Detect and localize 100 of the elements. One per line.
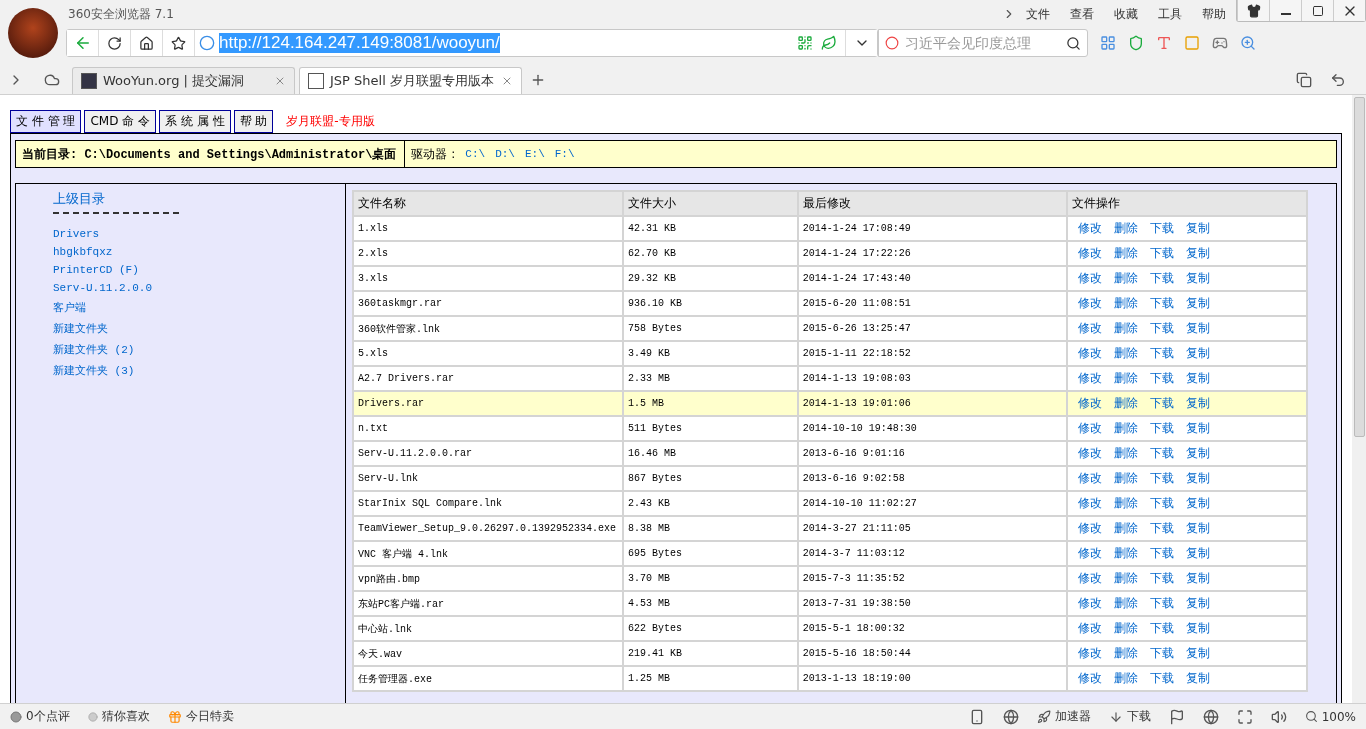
- action-link[interactable]: 删除: [1113, 646, 1138, 660]
- action-link[interactable]: 删除: [1113, 246, 1138, 260]
- file-row[interactable]: TeamViewer_Setup_9.0.26297.0.1392952334.exe 8.38 MB 2014-3-27 21:11:05 修改 删除 下载 复制: [354, 517, 1306, 540]
- file-row[interactable]: 今天.wav 219.41 KB 2015-5-16 18:50:44 修改 删除 下载 复制: [354, 642, 1306, 665]
- action-link[interactable]: 修改: [1077, 596, 1102, 610]
- file-row[interactable]: 360软件管家.lnk 758 Bytes 2015-6-26 13:25:47 修改 删除 下载 复制: [354, 317, 1306, 340]
- nav-link[interactable]: 文 件 管 理: [10, 109, 82, 133]
- action-link[interactable]: 复制: [1185, 221, 1210, 235]
- nav-link[interactable]: CMD 命 令: [84, 109, 157, 133]
- action-link[interactable]: 复制: [1185, 621, 1210, 635]
- folder-link[interactable]: Serv-U.11.2.0.0: [53, 282, 153, 294]
- action-link[interactable]: 删除: [1113, 271, 1138, 285]
- action-link[interactable]: 下载: [1149, 571, 1174, 585]
- action-link[interactable]: 下载: [1149, 271, 1174, 285]
- folder-link[interactable]: Drivers: [53, 228, 100, 240]
- file-row[interactable]: A2.7 Drivers.rar 2.33 MB 2014-1-13 19:08:03 修改 删除 下载 复制: [354, 367, 1306, 390]
- close-button[interactable]: [1333, 0, 1365, 21]
- file-row[interactable]: VNC 客户端 4.lnk 695 Bytes 2014-3-7 11:03:12 修改 删除 下载 复制: [354, 542, 1306, 565]
- action-link[interactable]: 下载: [1149, 621, 1174, 635]
- menu-item[interactable]: 工具: [1158, 5, 1182, 23]
- action-link[interactable]: 下载: [1149, 346, 1174, 360]
- folder-link[interactable]: 新建文件夹 (2): [53, 342, 135, 357]
- action-link[interactable]: 复制: [1185, 421, 1210, 435]
- file-row[interactable]: n.txt 511 Bytes 2014-10-10 19:48:30 修改 删除 下载 复制: [354, 417, 1306, 440]
- file-row[interactable]: 360taskmgr.rar 936.10 KB 2015-6-20 11:08:51 修改 删除 下载 复制: [354, 292, 1306, 315]
- action-link[interactable]: 修改: [1077, 446, 1102, 460]
- folder-link[interactable]: 客户端: [53, 300, 86, 315]
- action-link[interactable]: 复制: [1185, 571, 1210, 585]
- action-link[interactable]: 删除: [1113, 396, 1138, 410]
- action-link[interactable]: 删除: [1113, 371, 1138, 385]
- action-link[interactable]: 下载: [1149, 296, 1174, 310]
- folder-link[interactable]: 新建文件夹 (3): [53, 363, 135, 378]
- action-link[interactable]: 下载: [1149, 496, 1174, 510]
- action-link[interactable]: 修改: [1077, 671, 1102, 685]
- action-link[interactable]: 复制: [1185, 496, 1210, 510]
- file-row[interactable]: 3.xls 29.32 KB 2014-1-24 17:43:40 修改 删除 下载 复制: [354, 267, 1306, 290]
- nav-link[interactable]: 帮 助: [233, 109, 274, 133]
- search-field[interactable]: 习近平会见印度总理: [878, 29, 1088, 57]
- file-row[interactable]: Serv-U.11.2.0.0.rar 16.46 MB 2013-6-16 9:01:16 修改 删除 下载 复制: [354, 442, 1306, 465]
- action-link[interactable]: 删除: [1113, 521, 1138, 535]
- status-item[interactable]: 0个点评: [10, 708, 70, 725]
- action-link[interactable]: 下载: [1149, 446, 1174, 460]
- action-link[interactable]: 复制: [1185, 296, 1210, 310]
- file-row[interactable]: 中心站.lnk 622 Bytes 2015-5-1 18:00:32 修改 删除 下载 复制: [354, 617, 1306, 640]
- file-row[interactable]: 5.xls 3.49 KB 2015-1-11 22:18:52 修改 删除 下载 复制: [354, 342, 1306, 365]
- action-link[interactable]: 修改: [1077, 371, 1102, 385]
- file-row[interactable]: 东站PC客户端.rar 4.53 MB 2013-7-31 19:38:50 修改 删除 下载 复制: [354, 592, 1306, 615]
- file-row[interactable]: StarInix SQL Compare.lnk 2.43 KB 2014-10-10 11:02:27 修改 删除 下载 复制: [354, 492, 1306, 515]
- action-link[interactable]: 修改: [1077, 346, 1102, 360]
- drive-link[interactable]: F:\: [554, 148, 575, 160]
- action-link[interactable]: 下载: [1149, 421, 1174, 435]
- action-link[interactable]: 删除: [1113, 446, 1138, 460]
- status-item[interactable]: 今日特卖: [167, 708, 234, 725]
- action-link[interactable]: 删除: [1113, 571, 1138, 585]
- scrollbar[interactable]: [1352, 95, 1366, 703]
- action-link[interactable]: 删除: [1113, 546, 1138, 560]
- action-link[interactable]: 下载: [1149, 371, 1174, 385]
- action-link[interactable]: 复制: [1185, 246, 1210, 260]
- action-link[interactable]: 删除: [1113, 496, 1138, 510]
- menu-item[interactable]: 文件: [1026, 5, 1050, 23]
- dropdown-button[interactable]: [845, 30, 877, 56]
- status-item[interactable]: 猜你喜欢: [87, 708, 150, 725]
- action-link[interactable]: 下载: [1149, 521, 1174, 535]
- action-link[interactable]: 修改: [1077, 396, 1102, 410]
- action-link[interactable]: 下载: [1149, 671, 1174, 685]
- action-link[interactable]: 修改: [1077, 221, 1102, 235]
- file-row[interactable]: 2.xls 62.70 KB 2014-1-24 17:22:26 修改 删除 下载 复制: [354, 242, 1306, 265]
- action-link[interactable]: 修改: [1077, 271, 1102, 285]
- action-link[interactable]: 删除: [1113, 296, 1138, 310]
- action-link[interactable]: 复制: [1185, 346, 1210, 360]
- file-row[interactable]: vpn路由.bmp 3.70 MB 2015-7-3 11:35:52 修改 删除 下载 复制: [354, 567, 1306, 590]
- action-link[interactable]: 删除: [1113, 321, 1138, 335]
- action-link[interactable]: 修改: [1077, 321, 1102, 335]
- drive-link[interactable]: E:\: [524, 148, 545, 160]
- folder-link[interactable]: 新建文件夹: [53, 321, 108, 336]
- action-link[interactable]: 修改: [1077, 471, 1102, 485]
- folder-link[interactable]: hbgkbfqxz: [53, 246, 113, 258]
- action-link[interactable]: 删除: [1113, 221, 1138, 235]
- action-link[interactable]: 修改: [1077, 496, 1102, 510]
- action-link[interactable]: 修改: [1077, 571, 1102, 585]
- action-link[interactable]: 删除: [1113, 471, 1138, 485]
- action-link[interactable]: 下载: [1149, 321, 1174, 335]
- action-link[interactable]: 复制: [1185, 646, 1210, 660]
- skin-button[interactable]: [1237, 0, 1269, 21]
- action-link[interactable]: 复制: [1185, 596, 1210, 610]
- parent-folder-link[interactable]: 上级目录: [53, 190, 105, 208]
- action-link[interactable]: 复制: [1185, 321, 1210, 335]
- action-link[interactable]: 删除: [1113, 421, 1138, 435]
- action-link[interactable]: 删除: [1113, 621, 1138, 635]
- browser-tab[interactable]: WooYun.org | 提交漏洞: [72, 67, 295, 94]
- action-link[interactable]: 修改: [1077, 621, 1102, 635]
- drive-link[interactable]: D:\: [495, 148, 515, 160]
- action-link[interactable]: 修改: [1077, 546, 1102, 560]
- accelerator-button[interactable]: 加速器: [1036, 708, 1091, 725]
- action-link[interactable]: 下载: [1149, 471, 1174, 485]
- action-link[interactable]: 修改: [1077, 246, 1102, 260]
- menu-item[interactable]: 收藏: [1114, 5, 1138, 23]
- action-link[interactable]: 修改: [1077, 521, 1102, 535]
- action-link[interactable]: 修改: [1077, 646, 1102, 660]
- action-link[interactable]: 下载: [1149, 246, 1174, 260]
